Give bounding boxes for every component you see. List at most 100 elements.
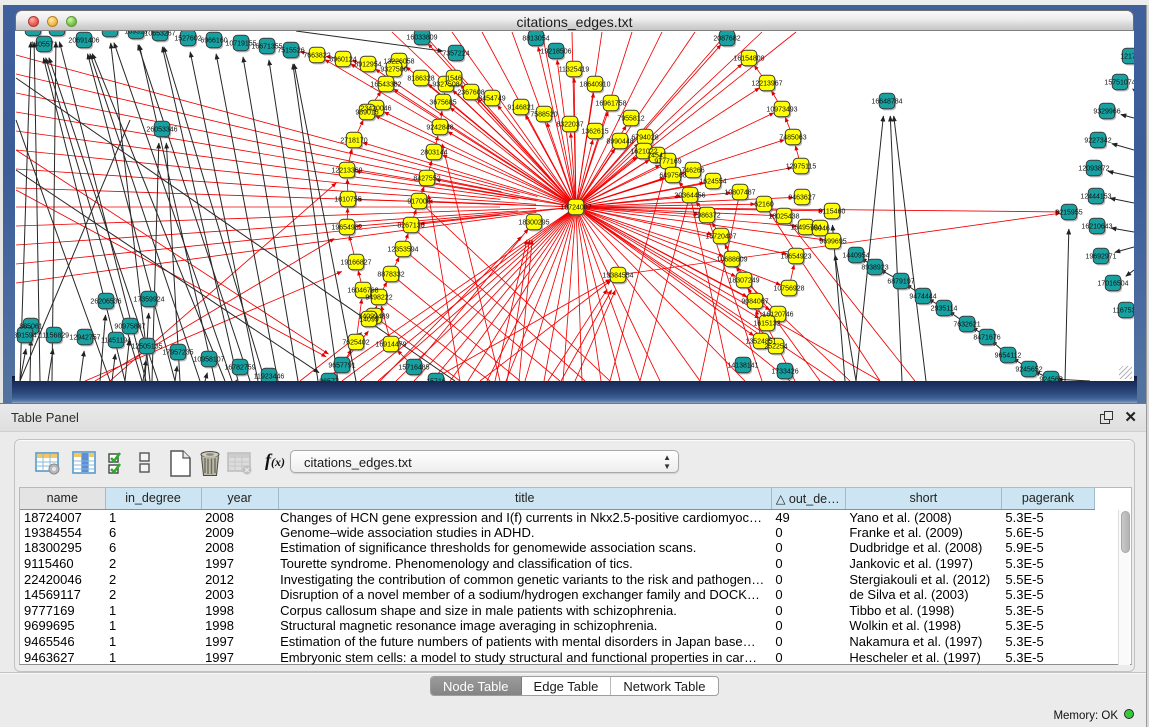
svg-text:16648784: 16648784 (871, 99, 902, 106)
svg-text:18640910: 18640910 (579, 82, 610, 89)
svg-text:7515526: 7515526 (277, 48, 304, 55)
svg-text:7357224: 7357224 (442, 51, 469, 58)
svg-text:1527602: 1527602 (174, 36, 201, 43)
svg-text:19654982: 19654982 (331, 225, 362, 232)
svg-text:15720407: 15720407 (705, 234, 736, 241)
svg-text:391594: 391594 (15, 333, 37, 340)
svg-text:11325419: 11325419 (559, 67, 590, 74)
svg-text:12172: 12172 (1120, 54, 1134, 61)
svg-text:9329966: 9329966 (1093, 109, 1120, 116)
svg-text:12505135: 12505135 (131, 344, 162, 351)
svg-text:16120746: 16120746 (762, 312, 793, 319)
svg-text:17016504: 17016504 (1097, 281, 1128, 288)
svg-text:16154808: 16154808 (733, 56, 764, 63)
svg-text:9146821: 9146821 (507, 105, 534, 112)
svg-text:746266: 746266 (681, 168, 704, 175)
svg-text:9245652: 9245652 (1015, 367, 1042, 374)
svg-text:7663822: 7663822 (303, 53, 330, 60)
svg-text:1362615: 1362615 (581, 129, 608, 136)
svg-text:10958107: 10958107 (193, 357, 224, 364)
svg-text:924565: 924565 (1039, 377, 1062, 381)
svg-text:7625402: 7625402 (342, 340, 369, 347)
svg-text:8990448: 8990448 (606, 139, 633, 146)
svg-text:1405571: 1405571 (30, 42, 57, 49)
svg-text:8878332: 8878332 (377, 272, 404, 279)
svg-text:16543382: 16543382 (370, 82, 401, 89)
svg-text:12093872: 12093872 (1078, 166, 1109, 173)
svg-text:12353594: 12353594 (387, 247, 418, 254)
svg-text:9242848: 9242848 (426, 125, 453, 132)
svg-text:12444153: 12444153 (1080, 194, 1111, 201)
svg-text:8471676: 8471676 (973, 335, 1000, 342)
svg-text:9115460: 9115460 (819, 209, 846, 216)
svg-text:8938923: 8938923 (861, 265, 888, 272)
svg-text:6794028: 6794028 (631, 135, 658, 142)
svg-text:9654112: 9654112 (995, 353, 1022, 360)
svg-text:2718170: 2718170 (340, 138, 367, 145)
svg-text:8186328: 8186328 (407, 76, 434, 83)
svg-text:16961758: 16961758 (595, 101, 626, 108)
svg-text:10807487: 10807487 (724, 190, 755, 197)
svg-text:9498222: 9498222 (365, 295, 392, 302)
svg-text:14138141: 14138141 (727, 363, 758, 370)
svg-text:12213967: 12213967 (751, 81, 782, 88)
svg-text:10688609: 10688609 (716, 257, 747, 264)
svg-text:16782759: 16782759 (224, 365, 255, 372)
svg-text:12213369: 12213369 (331, 168, 362, 175)
svg-text:6879197: 6879197 (887, 279, 914, 286)
svg-text:252254: 252254 (764, 344, 787, 351)
svg-text:8454749: 8454749 (478, 96, 505, 103)
svg-text:16914479: 16914479 (375, 342, 406, 349)
svg-text:8960124: 8960124 (329, 57, 356, 64)
svg-text:19384554: 19384554 (602, 273, 633, 280)
svg-text:10756928: 10756928 (773, 286, 804, 293)
svg-text:16033809: 16033809 (406, 35, 437, 42)
svg-text:11923446: 11923446 (254, 374, 285, 381)
svg-text:9327508: 9327508 (432, 82, 459, 89)
svg-text:7986372: 7986372 (693, 213, 720, 220)
svg-text:12975115: 12975115 (786, 164, 817, 171)
svg-text:90975887: 90975887 (114, 324, 145, 331)
svg-text:1615132: 1615132 (753, 321, 780, 328)
svg-text:1546: 1546 (446, 76, 462, 83)
svg-text:16210643: 16210643 (1081, 224, 1112, 231)
svg-text:917006: 917006 (407, 199, 430, 206)
svg-text:15716485: 15716485 (398, 365, 429, 372)
svg-text:8267130: 8267130 (397, 223, 424, 230)
svg-text:1810755: 1810755 (334, 197, 361, 204)
svg-text:9227342: 9227342 (1084, 138, 1111, 145)
svg-text:7955812: 7955812 (617, 116, 644, 123)
svg-text:20364456: 20364456 (674, 193, 705, 200)
svg-text:8813054: 8813054 (522, 36, 549, 43)
svg-text:14099: 14099 (359, 317, 379, 324)
svg-text:19654923: 19654923 (780, 254, 811, 261)
svg-text:13226058: 13226058 (383, 59, 414, 66)
svg-text:26206536: 26206536 (90, 299, 121, 306)
svg-text:96577: 96577 (319, 379, 339, 381)
svg-text:7588520: 7588520 (530, 112, 557, 119)
svg-text:20691406: 20691406 (68, 38, 99, 45)
svg-text:8322037: 8322037 (556, 122, 583, 129)
svg-text:9474444: 9474444 (909, 294, 936, 301)
svg-text:1624554: 1624554 (699, 179, 726, 186)
svg-text:10025438: 10025438 (768, 214, 799, 221)
svg-text:15716: 15716 (426, 379, 446, 381)
svg-text:8912954: 8912954 (354, 62, 381, 69)
svg-text:17957235: 17957235 (162, 350, 193, 357)
svg-text:16046768: 16046768 (347, 288, 378, 295)
svg-text:12942757: 12942757 (69, 335, 100, 342)
svg-text:2803144: 2803144 (420, 150, 447, 157)
svg-text:26053346: 26053346 (146, 127, 177, 134)
svg-text:9657791: 9657791 (328, 363, 355, 370)
svg-text:7632621: 7632621 (953, 322, 980, 329)
svg-text:18724007: 18724007 (560, 205, 591, 212)
svg-text:9463627: 9463627 (788, 195, 815, 202)
svg-text:9699695: 9699695 (819, 239, 846, 246)
svg-text:9777169: 9777169 (654, 159, 681, 166)
svg-text:6966160: 6966160 (200, 38, 227, 45)
svg-text:19166827: 19166827 (340, 260, 371, 267)
svg-text:18307249: 18307249 (728, 278, 759, 285)
svg-text:3675685: 3675685 (429, 100, 456, 107)
svg-text:2935114: 2935114 (931, 306, 958, 313)
svg-text:18300295: 18300295 (518, 220, 549, 227)
